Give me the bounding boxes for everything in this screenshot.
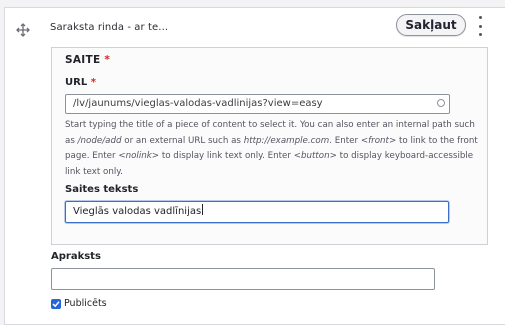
paragraph-summary-title: Saraksta rinda - ar te... (50, 22, 169, 33)
published-label: Publicēts (64, 298, 107, 309)
description-label: Apraksts (51, 251, 101, 262)
url-label: URL * (65, 77, 96, 88)
required-marker: * (104, 54, 111, 66)
text-caret (202, 204, 204, 215)
fieldset-legend: SAITE * (65, 54, 111, 66)
more-actions-icon[interactable] (474, 16, 486, 36)
collapse-button[interactable]: Sakļaut (396, 14, 466, 36)
url-description: Start typing the title of a piece of con… (65, 120, 478, 177)
autocomplete-icon (437, 99, 445, 107)
required-marker: * (90, 77, 96, 88)
link-text-label: Saites teksts (65, 184, 139, 195)
checkmark-icon (52, 301, 60, 308)
link-text-input[interactable]: Vieglās valodas vadlīnijas (65, 201, 449, 223)
drag-handle-icon[interactable] (16, 22, 30, 37)
description-input[interactable] (51, 268, 435, 290)
url-input[interactable]: /lv/jaunums/vieglas-valodas-vadlinijas?v… (65, 94, 450, 114)
published-checkbox[interactable] (51, 299, 61, 309)
